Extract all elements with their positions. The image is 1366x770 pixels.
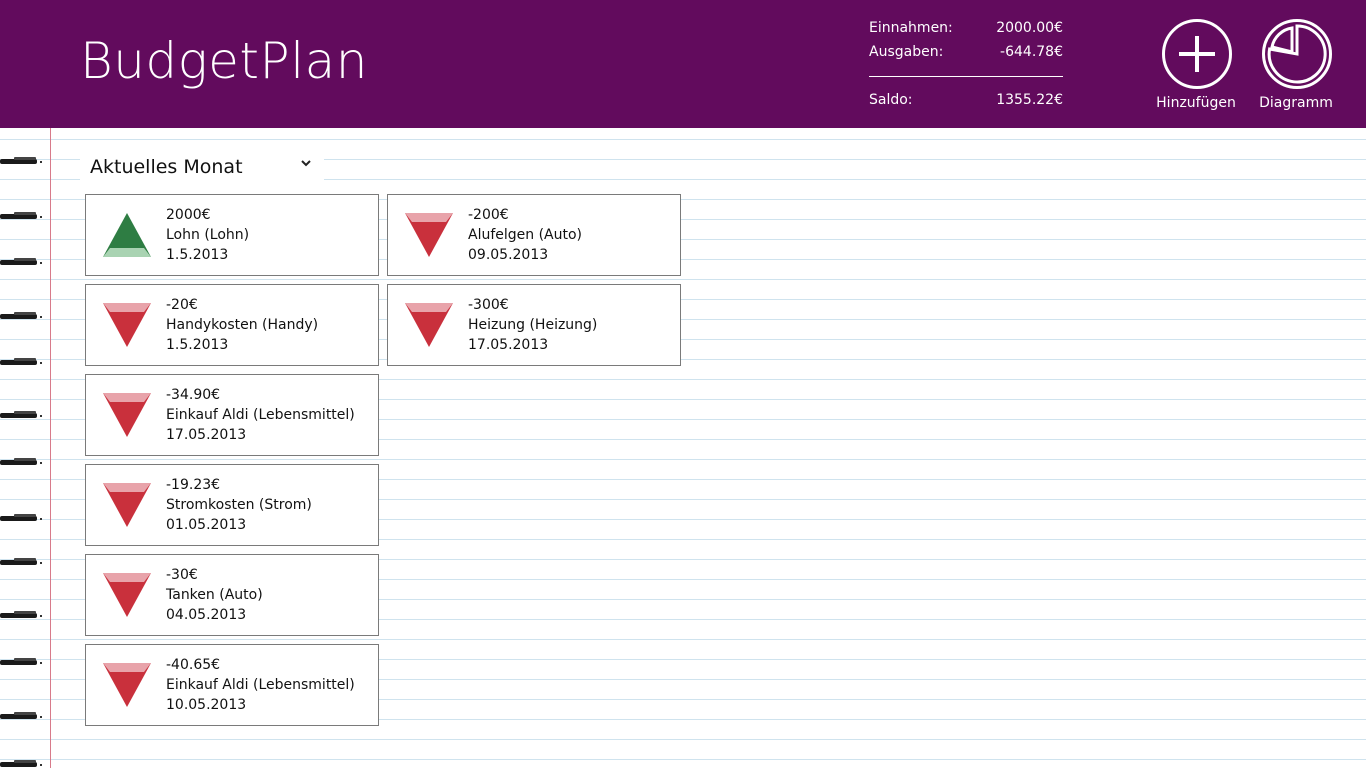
income-value: 2000.00€ — [996, 20, 1063, 36]
arrow-down-icon — [102, 572, 152, 618]
entry-title: Einkauf Aldi (Lebensmittel) — [166, 407, 355, 423]
notebook-margin-line — [50, 128, 51, 768]
add-icon — [1162, 19, 1232, 89]
entry-card[interactable]: -200€ Alufelgen (Auto) 09.05.2013 — [387, 194, 681, 276]
entry-card[interactable]: 2000€ Lohn (Lohn) 1.5.2013 — [85, 194, 379, 276]
entry-card[interactable]: -20€ Handykosten (Handy) 1.5.2013 — [85, 284, 379, 366]
notebook-ring — [0, 258, 44, 268]
balance-label: Saldo: — [869, 92, 913, 108]
notebook-ring — [0, 712, 44, 722]
arrow-down-icon — [102, 662, 152, 708]
entry-title: Tanken (Auto) — [166, 587, 263, 603]
notebook-ring — [0, 760, 44, 770]
app-title: BudgetPlan — [80, 32, 368, 90]
notebook-ring — [0, 514, 44, 524]
entry-title: Heizung (Heizung) — [468, 317, 598, 333]
notebook-ring — [0, 411, 44, 421]
arrow-up-icon — [102, 212, 152, 258]
entry-amount: -34.90€ — [166, 387, 221, 403]
notebook-ring — [0, 358, 44, 368]
entry-date: 01.05.2013 — [166, 517, 247, 533]
chart-button-label: Diagramm — [1259, 95, 1333, 111]
expenses-row: Ausgaben: -644.78€ — [869, 44, 1063, 64]
app-header: BudgetPlan Einnahmen: 2000.00€ Ausgaben:… — [0, 0, 1366, 128]
entry-card[interactable]: -34.90€ Einkauf Aldi (Lebensmittel) 17.05.… — [85, 374, 379, 456]
notebook-ring — [0, 558, 44, 568]
entry-date: 17.05.2013 — [468, 337, 549, 353]
income-row: Einnahmen: 2000.00€ — [869, 20, 1063, 40]
entry-amount: -20€ — [166, 297, 198, 313]
arrow-down-icon — [102, 392, 152, 438]
arrow-down-icon — [404, 302, 454, 348]
month-filter-dropdown[interactable]: Aktuelles Monat — [80, 154, 324, 180]
entry-amount: 2000€ — [166, 207, 211, 223]
entry-amount: -40.65€ — [166, 657, 221, 673]
entry-title: Stromkosten (Strom) — [166, 497, 312, 513]
entry-card[interactable]: -30€ Tanken (Auto) 04.05.2013 — [85, 554, 379, 636]
income-label: Einnahmen: — [869, 20, 953, 36]
entry-title: Handykosten (Handy) — [166, 317, 319, 333]
arrow-down-icon — [102, 302, 152, 348]
notebook-ring — [0, 157, 44, 167]
notebook-ring — [0, 458, 44, 468]
entry-title: Alufelgen (Auto) — [468, 227, 583, 243]
arrow-down-icon — [102, 482, 152, 528]
notebook-ring — [0, 658, 44, 668]
expenses-label: Ausgaben: — [869, 44, 944, 60]
entry-title: Einkauf Aldi (Lebensmittel) — [166, 677, 355, 693]
balance-row: Saldo: 1355.22€ — [869, 92, 1063, 112]
entry-amount: -300€ — [468, 297, 509, 313]
notebook-ring — [0, 312, 44, 322]
arrow-down-icon — [404, 212, 454, 258]
entry-date: 17.05.2013 — [166, 427, 247, 443]
entry-card[interactable]: -40.65€ Einkauf Aldi (Lebensmittel) 10.05.… — [85, 644, 379, 726]
expenses-value: -644.78€ — [1000, 44, 1063, 60]
entry-amount: -200€ — [468, 207, 509, 223]
entry-date: 1.5.2013 — [166, 247, 229, 263]
entry-amount: -19.23€ — [166, 477, 221, 493]
add-button[interactable]: Hinzufügen — [1151, 19, 1241, 119]
entry-title: Lohn (Lohn) — [166, 227, 250, 243]
pie-chart-icon — [1262, 19, 1332, 89]
entry-date: 10.05.2013 — [166, 697, 247, 713]
entry-card[interactable]: -19.23€ Stromkosten (Strom) 01.05.2013 — [85, 464, 379, 546]
entry-card[interactable]: -300€ Heizung (Heizung) 17.05.2013 — [387, 284, 681, 366]
entry-date: 09.05.2013 — [468, 247, 549, 263]
entry-date: 04.05.2013 — [166, 607, 247, 623]
entry-amount: -30€ — [166, 567, 198, 583]
chevron-down-icon — [301, 160, 311, 167]
summary-divider — [869, 76, 1063, 77]
balance-value: 1355.22€ — [996, 92, 1063, 108]
chart-button[interactable]: Diagramm — [1251, 19, 1341, 119]
entry-date: 1.5.2013 — [166, 337, 229, 353]
notebook-ring — [0, 611, 44, 621]
month-filter-value: Aktuelles Monat — [90, 156, 243, 178]
notebook-ring — [0, 212, 44, 222]
